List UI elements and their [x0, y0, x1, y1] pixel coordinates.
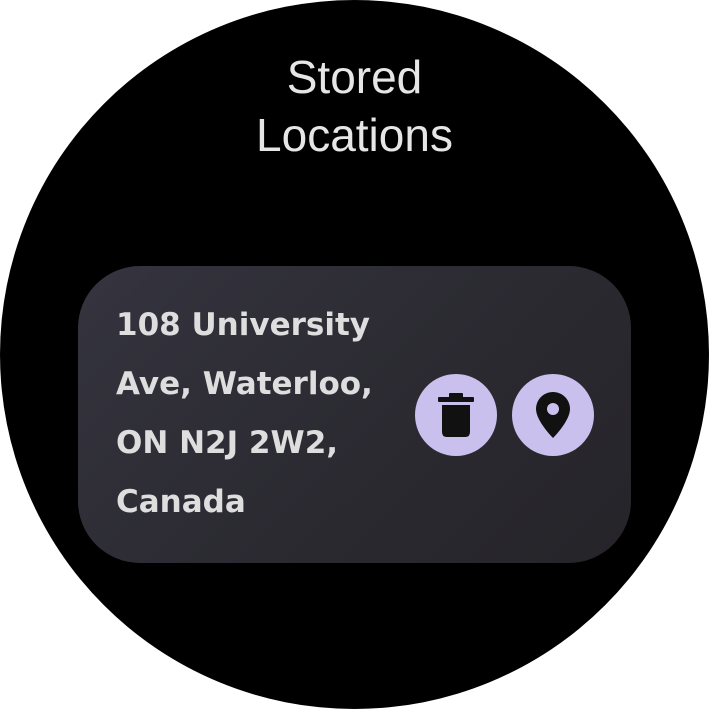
page-title: Stored Locations — [0, 48, 709, 164]
delete-location-button[interactable] — [415, 374, 497, 456]
map-pin-icon — [536, 392, 570, 438]
stored-location-card[interactable]: 108 University Ave, Waterloo, ON N2J 2W2… — [78, 266, 631, 563]
navigate-to-location-button[interactable] — [512, 374, 594, 456]
location-address: 108 University Ave, Waterloo, ON N2J 2W2… — [116, 296, 406, 532]
trash-icon — [438, 393, 474, 437]
address-line-4: Canada — [116, 484, 246, 520]
watch-screen: Stored Locations 108 University Ave, Wat… — [0, 0, 709, 709]
page-title-line-2: Locations — [256, 109, 453, 161]
address-line-2: Ave, Waterloo, — [116, 366, 373, 402]
address-line-1: 108 University — [116, 307, 370, 343]
address-line-3: ON N2J 2W2, — [116, 425, 339, 461]
page-title-line-1: Stored — [286, 51, 423, 103]
